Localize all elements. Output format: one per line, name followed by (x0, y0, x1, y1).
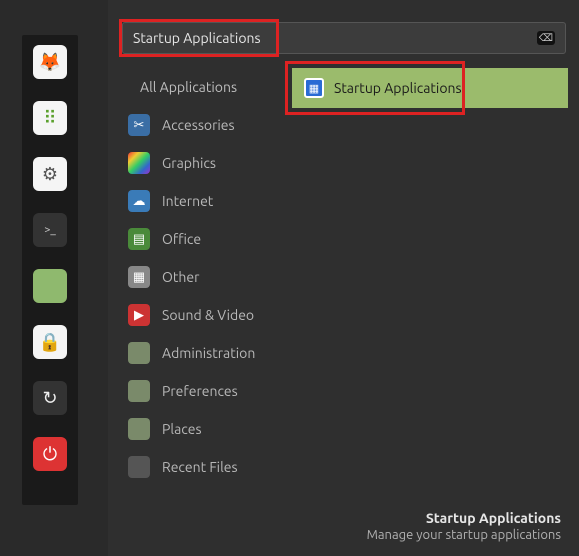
menu-panel: Startup Applications ⌫ All Applications ✂… (108, 0, 579, 556)
category-accessories[interactable]: ✂ Accessories (122, 106, 292, 144)
category-icon (128, 342, 150, 364)
category-all-applications[interactable]: All Applications (122, 68, 292, 106)
category-office[interactable]: ▤ Office (122, 220, 292, 258)
category-preferences[interactable]: Preferences (122, 372, 292, 410)
files-icon[interactable] (33, 269, 67, 303)
refresh-icon[interactable]: ↻ (33, 381, 67, 415)
result-label: Startup Applications (334, 80, 462, 96)
category-icon: ▤ (128, 228, 150, 250)
category-icon: ▦ (128, 266, 150, 288)
category-icon: ▶ (128, 304, 150, 326)
description-panel: Startup Applications Manage your startup… (261, 510, 561, 542)
settings-icon[interactable]: ⚙ (33, 157, 67, 191)
category-icon: ☁ (128, 190, 150, 212)
power-icon[interactable]: ⏻ (33, 437, 67, 471)
lock-icon[interactable]: 🔒 (33, 325, 67, 359)
category-icon (128, 418, 150, 440)
category-label: Recent Files (162, 459, 238, 475)
category-label: Places (162, 421, 202, 437)
category-label: Preferences (162, 383, 238, 399)
category-icon: ✂ (128, 114, 150, 136)
category-icon (128, 456, 150, 478)
category-graphics[interactable]: Graphics (122, 144, 292, 182)
window-icon: ▦ (304, 78, 324, 98)
search-value: Startup Applications (133, 30, 261, 46)
category-other[interactable]: ▦ Other (122, 258, 292, 296)
category-label: Other (162, 269, 199, 285)
category-label: Office (162, 231, 201, 247)
category-internet[interactable]: ☁ Internet (122, 182, 292, 220)
firefox-icon[interactable]: 🦊 (33, 45, 67, 79)
result-startup-applications[interactable]: ▦ Startup Applications (292, 68, 568, 108)
apps-icon[interactable]: ⠿ (33, 101, 67, 135)
launcher-bar: 🦊 ⠿ ⚙ >_ 🔒 ↻ ⏻ (22, 35, 78, 505)
categories-list: All Applications ✂ Accessories Graphics ☁ Int… (122, 68, 292, 486)
results-area: ▦ Startup Applications (292, 60, 568, 108)
description-subtitle: Manage your startup applications (261, 528, 561, 542)
category-label: Graphics (162, 155, 216, 171)
clear-icon[interactable]: ⌫ (537, 31, 555, 45)
category-recent-files[interactable]: Recent Files (122, 448, 292, 486)
category-label: Internet (162, 193, 213, 209)
category-administration[interactable]: Administration (122, 334, 292, 372)
category-label: Sound & Video (162, 307, 254, 323)
category-sound-video[interactable]: ▶ Sound & Video (122, 296, 292, 334)
search-input[interactable]: Startup Applications ⌫ (122, 22, 566, 54)
category-label: All Applications (140, 79, 237, 95)
category-icon (128, 152, 150, 174)
category-label: Administration (162, 345, 255, 361)
category-label: Accessories (162, 117, 235, 133)
category-places[interactable]: Places (122, 410, 292, 448)
description-title: Startup Applications (261, 510, 561, 526)
terminal-icon[interactable]: >_ (33, 213, 67, 247)
category-icon (128, 380, 150, 402)
